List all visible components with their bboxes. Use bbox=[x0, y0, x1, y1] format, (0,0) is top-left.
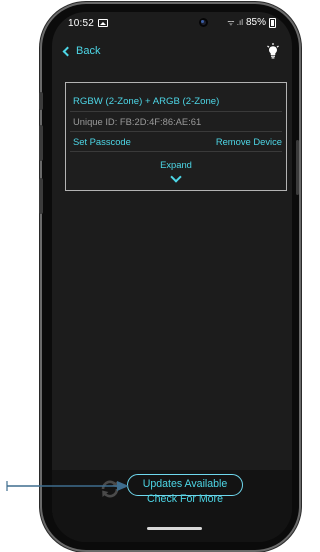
status-icons: ᯤ .ıl 85% bbox=[227, 17, 276, 28]
set-passcode-button[interactable]: Set Passcode bbox=[73, 136, 131, 147]
chevron-down-icon[interactable] bbox=[170, 171, 182, 183]
power-button bbox=[296, 140, 299, 195]
back-label: Back bbox=[76, 45, 101, 57]
signal-icon: ᯤ .ıl bbox=[227, 18, 243, 27]
device-title[interactable]: RGBW (2-Zone) + ARGB (2-Zone) bbox=[73, 96, 219, 107]
home-indicator[interactable] bbox=[147, 527, 202, 530]
updates-available-button[interactable]: Updates Available bbox=[127, 478, 243, 490]
volume-up-button bbox=[39, 125, 43, 161]
front-camera bbox=[199, 18, 208, 27]
divider bbox=[70, 131, 282, 132]
annotation-arrow bbox=[6, 481, 129, 491]
battery-percent: 85% bbox=[245, 17, 266, 28]
mute-switch bbox=[39, 92, 43, 110]
divider bbox=[70, 151, 282, 152]
chevron-left-icon bbox=[62, 46, 73, 56]
app-screen: 10:52 ᯤ .ıl 85% Back RGBW (2-Zone) + ARG… bbox=[52, 12, 292, 542]
check-for-more-button[interactable]: Check For More bbox=[127, 493, 243, 505]
device-card: RGBW (2-Zone) + ARGB (2-Zone) Unique ID:… bbox=[65, 82, 287, 191]
volume-down-button bbox=[39, 178, 43, 214]
back-button[interactable]: Back bbox=[62, 45, 101, 57]
divider bbox=[70, 111, 282, 112]
expand-button[interactable]: Expand bbox=[66, 159, 286, 170]
device-unique-id: Unique ID: FB:2D:4F:86:AE:61 bbox=[73, 116, 202, 127]
remove-device-button[interactable]: Remove Device bbox=[216, 136, 282, 147]
status-time: 10:52 bbox=[68, 18, 95, 29]
battery-icon bbox=[269, 17, 276, 28]
gallery-notification-icon bbox=[98, 19, 108, 27]
status-bar: 10:52 ᯤ .ıl 85% bbox=[52, 12, 292, 36]
lightbulb-icon[interactable] bbox=[267, 43, 279, 64]
